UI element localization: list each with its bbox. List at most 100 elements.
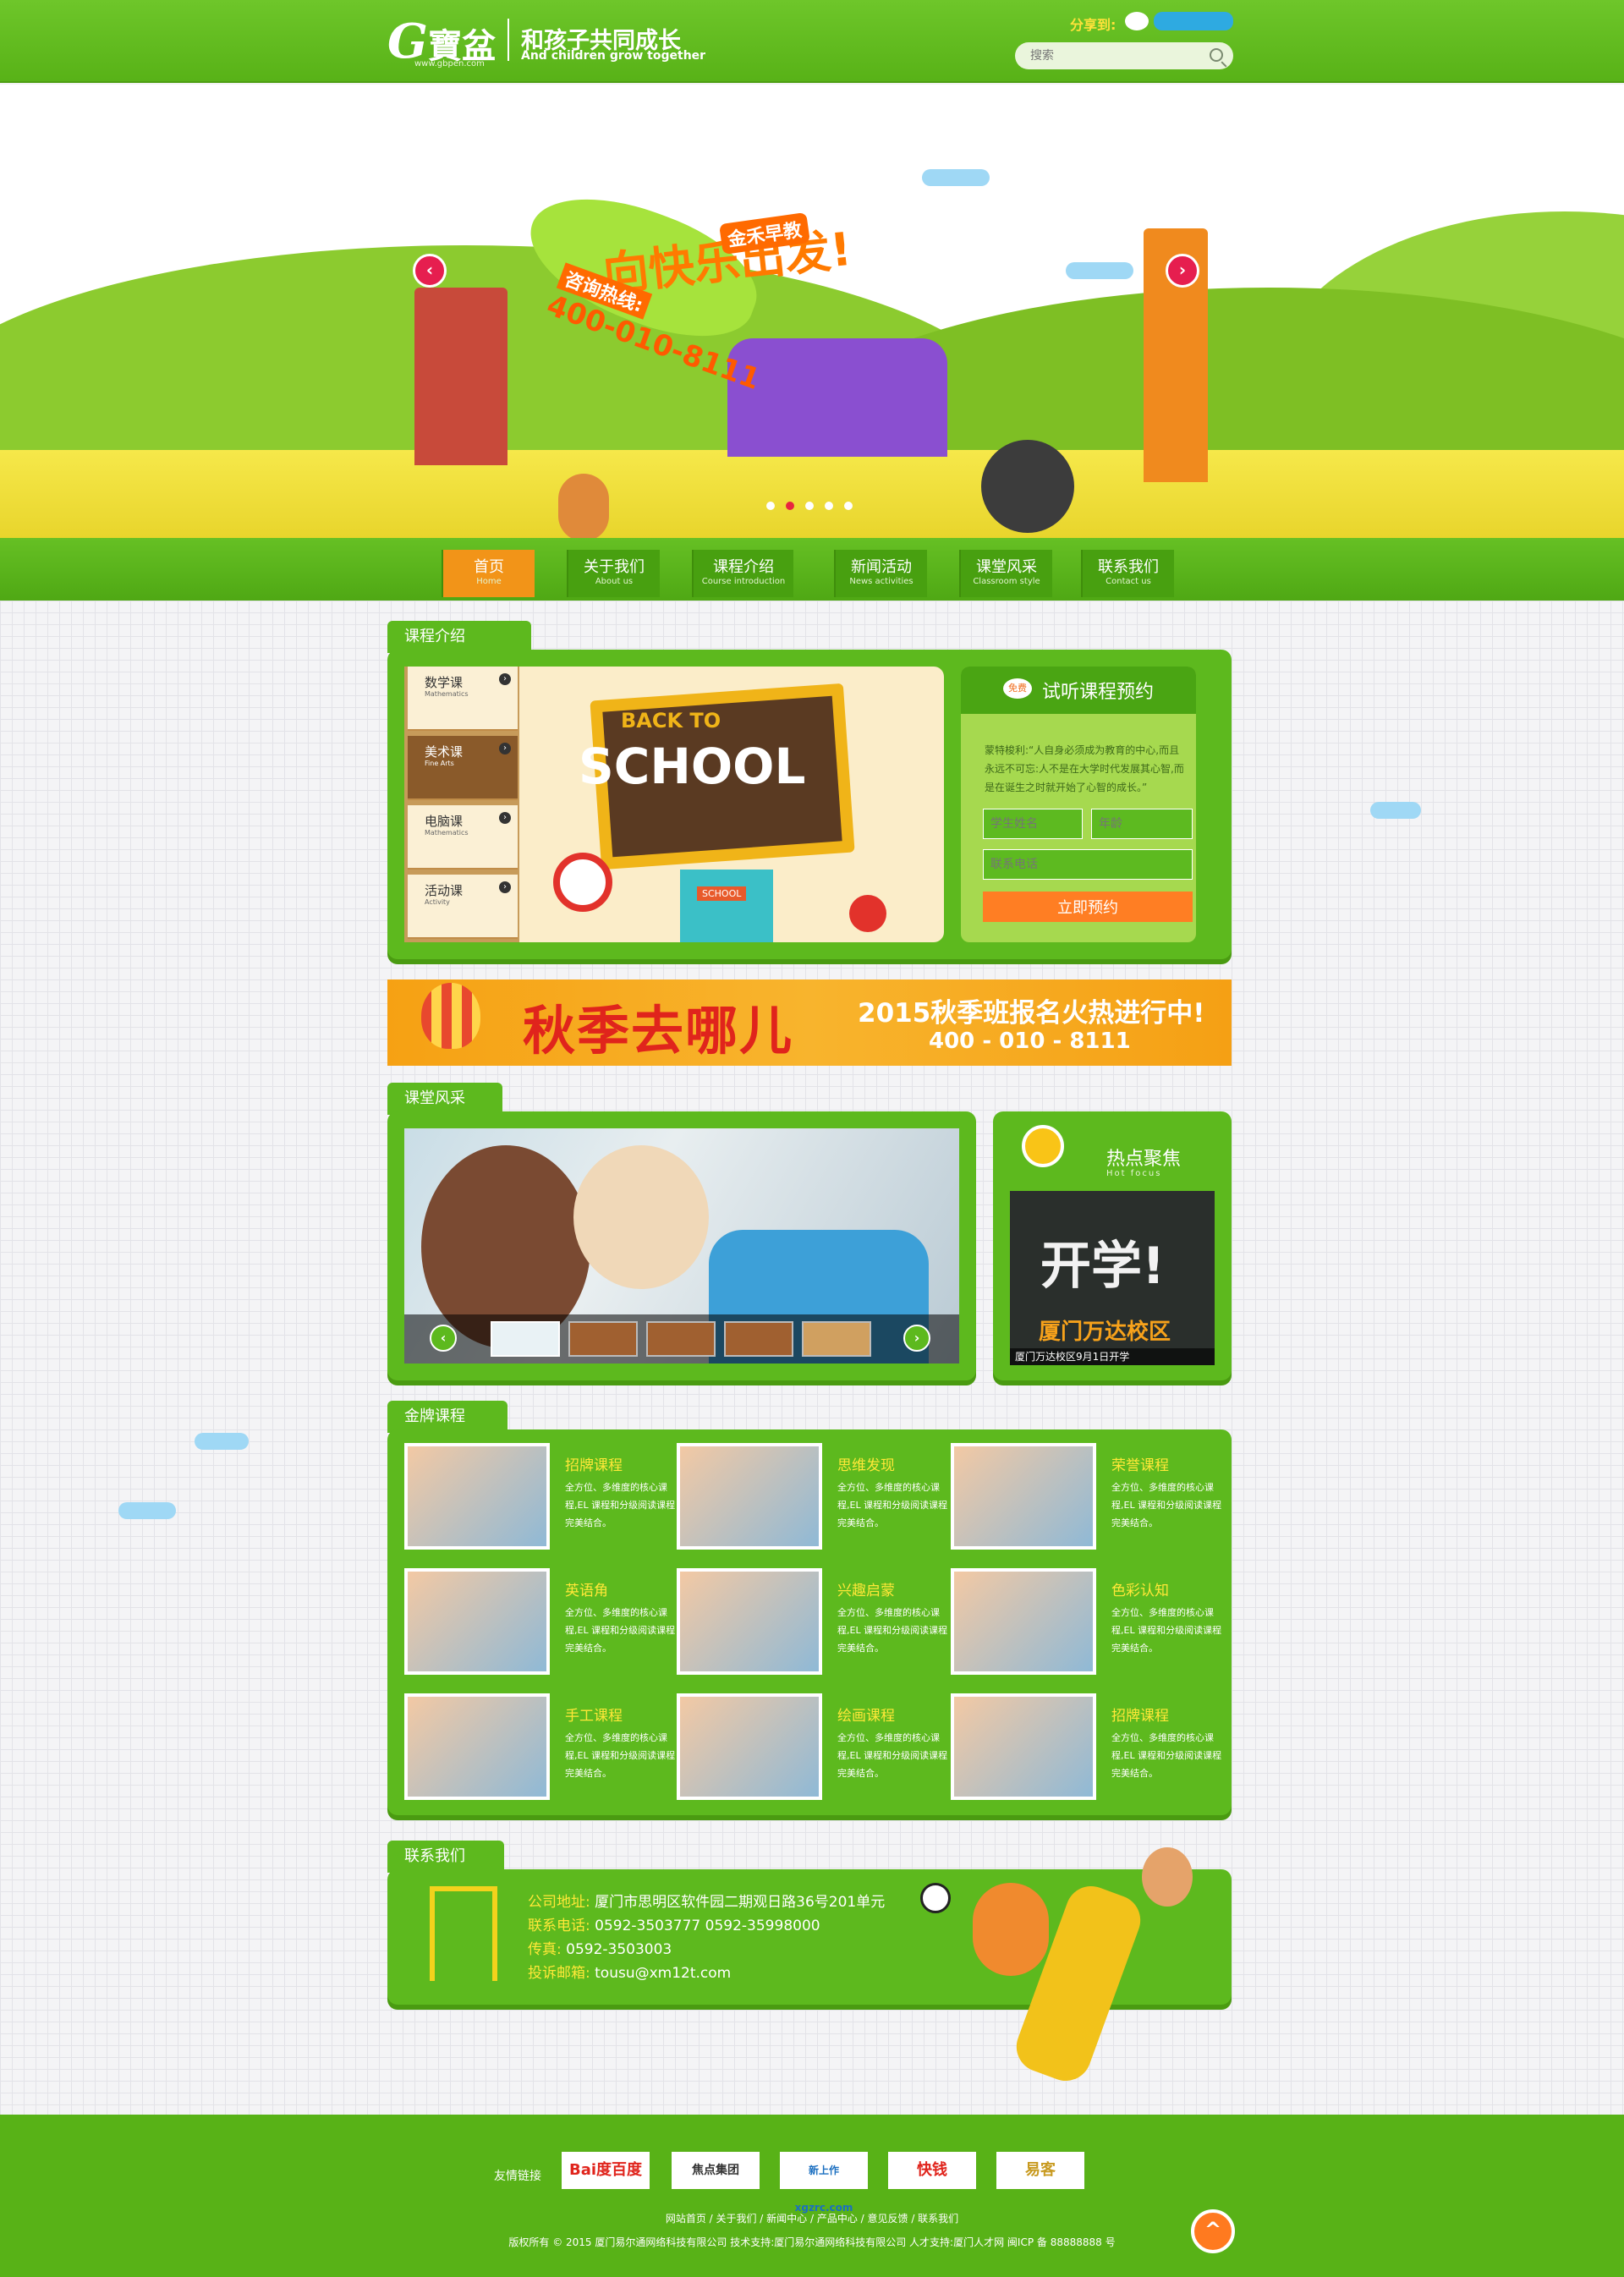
classroom-thumbnail[interactable] [646, 1321, 716, 1357]
search-input[interactable] [1030, 47, 1199, 64]
course-menu-sublabel: Fine Arts [425, 760, 454, 767]
partner-logo-xgzrc[interactable]: 新上作 xgzrc.com [780, 2152, 868, 2214]
hot-focus-caption: 厦门万达校区9月1日开学 [1010, 1348, 1215, 1365]
age-input[interactable] [1091, 809, 1193, 839]
site-logo[interactable]: G 寶盆 www.gbpen.com [387, 10, 506, 71]
cloud [1066, 262, 1133, 279]
classroom-thumbnail[interactable] [491, 1321, 560, 1357]
partner-logo-jiaodian[interactable]: 焦点集团 [672, 2152, 760, 2189]
gold-course-card[interactable]: 英语角全方位、多维度的核心课程,EL 课程和分级阅读课程完美结合。 [404, 1568, 675, 1678]
nav-sublabel: Course introduction [701, 577, 786, 586]
hero-banner: 向快乐出发! 金禾早教 咨询热线: 400-010-8111 ‹ › [0, 85, 1624, 538]
school-sign: SCHOOL [697, 886, 747, 901]
course-photo [404, 1568, 550, 1675]
course-menu-item-arts[interactable]: 美术课 Fine Arts › [408, 736, 518, 800]
banner-dot[interactable] [766, 502, 775, 510]
back-to-top-button[interactable]: ^ [1191, 2209, 1235, 2253]
contact-address: 公司地址: 厦门市思明区软件园二期观日路36号201单元 [528, 1890, 885, 1911]
cartoon-kid-illustration [973, 1883, 1049, 1976]
search-box [1015, 42, 1233, 69]
course-menu-label: 美术课 [425, 744, 464, 760]
booking-title: 试听课程预约 [1042, 682, 1155, 703]
classroom-thumbnail[interactable] [802, 1321, 871, 1357]
partner-logo-kuaiqian[interactable]: 快钱 [888, 2152, 976, 2189]
weibo-icon[interactable] [1125, 12, 1149, 30]
search-icon[interactable] [1210, 48, 1223, 62]
banner-dot[interactable] [844, 502, 853, 510]
red-tower-illustration [414, 288, 508, 465]
contact-phone-label: 联系电话: [528, 1918, 590, 1934]
cartoon-kid-illustration [1142, 1847, 1193, 1907]
course-desc: 全方位、多维度的核心课程,EL 课程和分级阅读课程完美结合。 [1111, 1482, 1222, 1528]
banner-dot-active[interactable] [786, 502, 794, 510]
contact-fax-label: 传真: [528, 1941, 562, 1958]
course-desc: 全方位、多维度的核心课程,EL 课程和分级阅读课程完美结合。 [565, 1607, 676, 1654]
nav-label: 新闻活动 [851, 558, 912, 576]
gold-course-card[interactable]: 手工课程 全方位、多维度的核心课程,EL 课程和分级阅读课程完美结合。 [404, 1693, 675, 1803]
contact-email: 投诉邮箱: tousu@xm12t.com [528, 1961, 731, 1982]
nav-item-about[interactable]: 关于我们 About us [567, 550, 660, 597]
gold-course-card[interactable]: 招牌课程 全方位、多维度的核心课程,EL 课程和分级阅读课程完美结合。 [404, 1443, 675, 1553]
phone-input[interactable] [983, 849, 1193, 880]
gold-course-card[interactable]: 荣誉课程 全方位、多维度的核心课程,EL 课程和分级阅读课程完美结合。 [951, 1443, 1221, 1553]
hot-focus-icon [1022, 1125, 1064, 1167]
banner-dot[interactable] [825, 502, 833, 510]
classroom-thumbnail[interactable] [568, 1321, 638, 1357]
course-title: 绘画课程 [837, 1708, 895, 1725]
nav-item-contact[interactable]: 联系我们 Contact us [1081, 550, 1174, 597]
footer-nav-links[interactable]: 网站首页 / 关于我们 / 新闻中心 / 产品中心 / 意见反馈 / 联系我们 [0, 2211, 1624, 2225]
nav-label: 课堂风采 [976, 558, 1037, 576]
nav-label: 关于我们 [584, 558, 645, 576]
friend-links-label: 友情链接 [494, 2170, 541, 2183]
classroom-thumbnail[interactable] [724, 1321, 793, 1357]
course-menu-sublabel: Activity [425, 898, 450, 906]
book-now-button[interactable]: 立即预约 [983, 892, 1193, 922]
contact-phone: 联系电话: 0592-3503777 0592-35998000 [528, 1913, 820, 1934]
hot-focus-campus: 厦门万达校区 [1039, 1320, 1171, 1345]
promo-phone: 400 - 010 - 8111 [929, 1029, 1131, 1054]
tencent-weibo-icon[interactable] [1154, 12, 1233, 30]
nav-item-classroom[interactable]: 课堂风采 Classroom style [959, 550, 1052, 597]
course-menu-item-activity[interactable]: 活动课 Activity › [408, 875, 518, 939]
nav-sublabel: About us [595, 577, 634, 586]
classroom-prev-button[interactable]: ‹ [430, 1325, 457, 1352]
hot-focus-title: 热点聚焦 [1106, 1149, 1182, 1170]
course-desc: 全方位、多维度的核心课程,EL 课程和分级阅读课程完美结合。 [837, 1482, 948, 1528]
course-title: 英语角 [565, 1583, 608, 1599]
student-name-input[interactable] [983, 809, 1083, 839]
slogan-en: And children grow together [521, 49, 706, 63]
gold-course-card[interactable]: 兴趣启蒙 全方位、多维度的核心课程,EL 课程和分级阅读课程完美结合。 [677, 1568, 947, 1678]
nav-item-courses[interactable]: 课程介绍 Course introduction [692, 550, 793, 597]
course-desc: 全方位、多维度的核心课程,EL 课程和分级阅读课程完美结合。 [565, 1732, 676, 1779]
back-to-school-image: BACK TO SCHOOL SCHOOL [519, 667, 944, 942]
banner-dot[interactable] [805, 502, 814, 510]
course-menu-item-math[interactable]: 数学课 Mathematics › [408, 667, 518, 731]
autumn-promo-banner[interactable]: 秋季去哪儿 2015秋季班报名火热进行中! 400 - 010 - 8111 [387, 979, 1232, 1066]
chevron-right-icon: › [499, 881, 511, 893]
banner-next-button[interactable]: › [1166, 254, 1199, 288]
course-menu-item-computer[interactable]: 电脑课 Mathematics › [408, 805, 518, 870]
gold-course-card[interactable]: 绘画课程 全方位、多维度的核心课程,EL 课程和分级阅读课程完美结合。 [677, 1693, 947, 1803]
hot-air-balloon-icon [421, 983, 480, 1049]
partner-logo-yike[interactable]: 易客 [996, 2152, 1084, 2189]
nav-item-news[interactable]: 新闻活动 News activities [834, 550, 927, 597]
hot-focus-headline: 开学! [1040, 1237, 1166, 1296]
logo-url: www.gbpen.com [414, 59, 485, 69]
field [0, 450, 1624, 538]
section-tab-contact: 联系我们 [387, 1841, 504, 1873]
gold-course-card[interactable]: 色彩认知 全方位、多维度的核心课程,EL 课程和分级阅读课程完美结合。 [951, 1568, 1221, 1678]
nav-item-home[interactable]: 首页 Home [442, 550, 535, 597]
contact-email-value[interactable]: tousu@xm12t.com [595, 1965, 731, 1982]
course-title: 兴趣启蒙 [837, 1583, 895, 1599]
purple-temple-illustration [727, 338, 947, 457]
banner-prev-button[interactable]: ‹ [413, 254, 447, 288]
partner-logo-baidu[interactable]: Bai度百度 [562, 2152, 650, 2189]
course-photo [404, 1443, 550, 1550]
gold-course-card[interactable]: 思维发现 全方位、多维度的核心课程,EL 课程和分级阅读课程完美结合。 [677, 1443, 947, 1553]
classroom-next-button[interactable]: › [903, 1325, 930, 1352]
gold-course-card[interactable]: 招牌课程 全方位、多维度的核心课程,EL 课程和分级阅读课程完美结合。 [951, 1693, 1221, 1803]
main-nav: 首页 Home 关于我们 About us 课程介绍 Course introduct… [0, 538, 1624, 601]
promo-subline: 2015秋季班报名火热进行中! [858, 998, 1205, 1029]
nav-label: 联系我们 [1098, 558, 1159, 576]
hot-focus-image[interactable]: 开学! 厦门万达校区 厦门万达校区9月1日开学 [1010, 1191, 1215, 1365]
